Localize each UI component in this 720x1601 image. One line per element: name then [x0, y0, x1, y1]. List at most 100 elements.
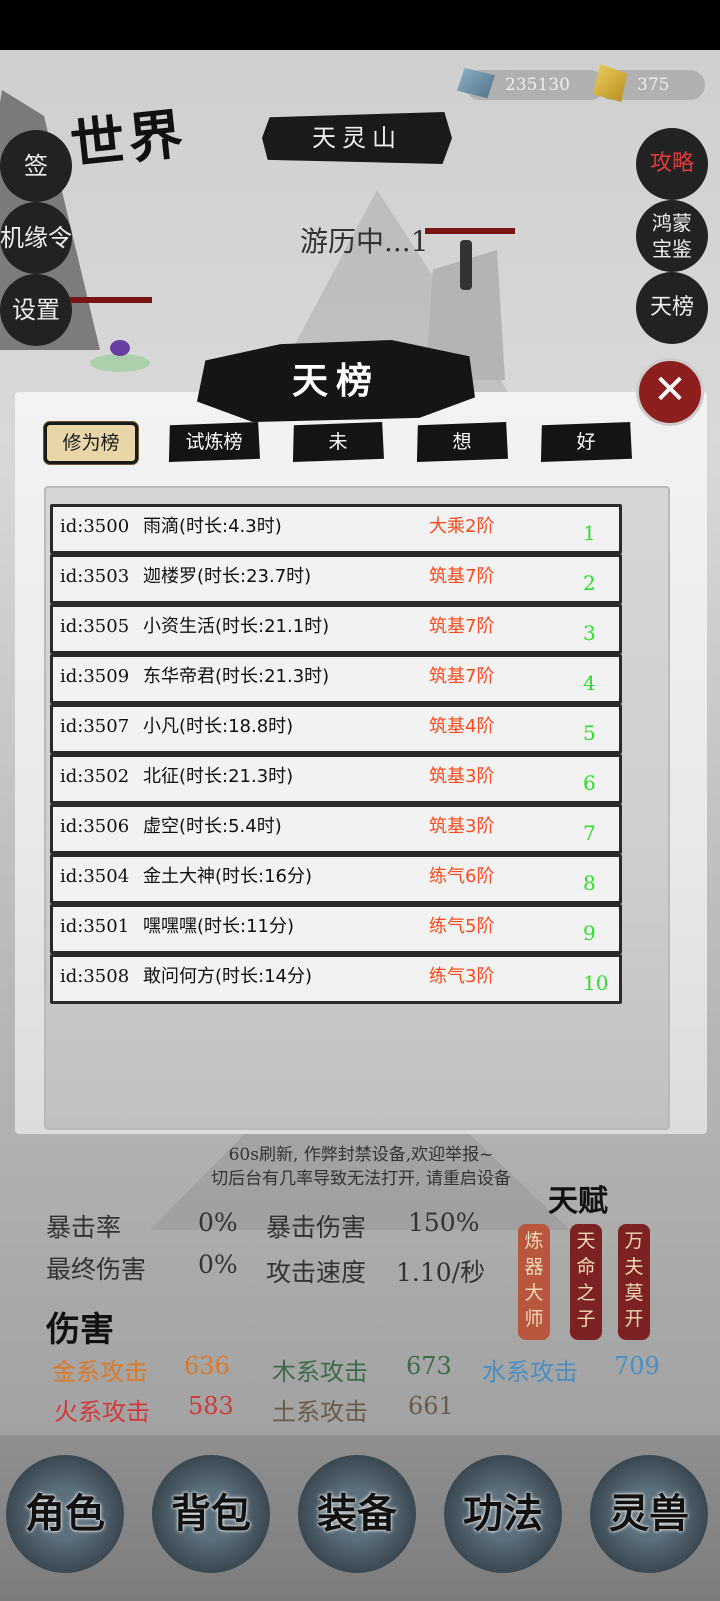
ranking-row[interactable]: id:3508 敢问何方(时长:14分) 练气3阶 10: [50, 954, 622, 1004]
ranking-row[interactable]: id:3506 虚空(时长:5.4时) 筑基3阶 7: [50, 804, 622, 854]
close-button[interactable]: ✕: [636, 358, 704, 426]
player-name: 小凡(时长:18.8时): [143, 716, 294, 737]
player-name: 北征(时长:21.3时): [143, 766, 294, 787]
ranking-row[interactable]: id:3500 雨滴(时长:4.3时) 大乘2阶 1: [50, 504, 622, 554]
player-name: 金土大神(时长:16分): [143, 866, 313, 887]
world-title: 世界: [67, 101, 190, 177]
modal-title: 天榜: [197, 340, 475, 422]
metal-attack-label: 金系攻击: [52, 1358, 148, 1386]
metal-attack-value: 636: [184, 1352, 230, 1380]
player-name: 嘿嘿嘿(时长:11分): [143, 916, 295, 937]
herb-glow: [90, 354, 150, 372]
nav-character[interactable]: 角色: [6, 1455, 124, 1573]
right-menu-item-ranking[interactable]: 天榜: [636, 272, 708, 344]
location-banner[interactable]: 天灵山: [262, 112, 452, 164]
rank-position: 9: [583, 921, 596, 945]
ranking-row[interactable]: id:3502 北征(时长:21.3时) 筑基3阶 6: [50, 754, 622, 804]
close-icon: ✕: [653, 367, 687, 413]
player-id: id:3505: [60, 616, 130, 637]
nav-skills[interactable]: 功法: [444, 1455, 562, 1573]
cultivation-rank: 练气6阶: [429, 866, 495, 887]
player-id: id:3500: [60, 516, 130, 537]
player-id: id:3508: [60, 966, 130, 987]
wood-attack-value: 673: [406, 1352, 452, 1380]
cultivation-rank: 练气3阶: [429, 966, 495, 987]
rank-position: 2: [583, 571, 596, 595]
spirit-stone-icon: [457, 67, 495, 99]
player-id: id:3502: [60, 766, 130, 787]
flower-icon: [110, 340, 130, 356]
rank-position: 5: [583, 721, 596, 745]
cultivation-rank: 筑基3阶: [429, 766, 495, 787]
ranking-row[interactable]: id:3509 东华帝君(时长:21.3时) 筑基7阶 4: [50, 654, 622, 704]
rank-position: 6: [583, 771, 596, 795]
nav-spirit-beast[interactable]: 灵兽: [590, 1455, 708, 1573]
spirit-herb[interactable]: [90, 340, 150, 372]
wood-attack-label: 木系攻击: [272, 1358, 368, 1386]
rank-position: 10: [583, 971, 609, 995]
rank-position: 1: [583, 521, 596, 545]
player-name: 小资生活(时长:21.1时): [143, 616, 330, 637]
player-id: id:3503: [60, 566, 130, 587]
earth-attack-value: 661: [408, 1392, 454, 1420]
gold-value: 375: [637, 75, 670, 95]
travel-status: 游历中...1: [300, 225, 429, 258]
crit-rate-value: 0%: [198, 1208, 238, 1237]
player-figure: [460, 240, 472, 290]
attack-speed-value: 1.10/秒: [396, 1258, 486, 1287]
tab-3[interactable]: 未: [292, 422, 384, 462]
player-name: 敢问何方(时长:14分): [143, 966, 313, 987]
talent-badge[interactable]: 万夫莫开: [618, 1224, 650, 1340]
cultivation-rank: 练气5阶: [429, 916, 495, 937]
attack-speed-label: 攻击速度: [266, 1258, 367, 1287]
ranking-row[interactable]: id:3504 金土大神(时长:16分) 练气6阶 8: [50, 854, 622, 904]
earth-attack-label: 土系攻击: [272, 1398, 368, 1426]
water-attack-label: 水系攻击: [482, 1358, 578, 1386]
player-id: id:3507: [60, 716, 130, 737]
crit-damage-value: 150%: [408, 1208, 480, 1237]
right-menu-item-guide[interactable]: 攻略: [636, 128, 708, 200]
tab-4[interactable]: 想: [416, 422, 508, 462]
crit-rate-label: 暴击率: [46, 1213, 122, 1242]
spirit-stone-counter: 235130: [457, 67, 605, 100]
final-damage-label: 最终伤害: [46, 1255, 147, 1284]
ranking-row[interactable]: id:3507 小凡(时长:18.8时) 筑基4阶 5: [50, 704, 622, 754]
player-id: id:3509: [60, 666, 130, 687]
cultivation-rank: 大乘2阶: [429, 516, 495, 537]
player-name: 雨滴(时长:4.3时): [143, 516, 282, 537]
right-menu-item-treasure[interactable]: 鸿蒙宝鉴: [636, 200, 708, 272]
cultivation-rank: 筑基7阶: [429, 566, 495, 587]
player-name: 东华帝君(时长:21.3时): [143, 666, 330, 687]
player-name: 迦楼罗(时长:23.7时): [143, 566, 312, 587]
health-bar: [70, 297, 152, 303]
game-screen: 世界 天灵山 235130 375 签 机缘令 设置 攻略 鸿蒙宝鉴 天榜 游历…: [0, 50, 720, 1601]
water-attack-value: 709: [614, 1352, 660, 1380]
rank-position: 8: [583, 871, 596, 895]
gold-counter: 375: [592, 64, 705, 102]
tab-cultivation-ranking[interactable]: 修为榜: [44, 422, 138, 464]
nav-backpack[interactable]: 背包: [152, 1455, 270, 1573]
ranking-row[interactable]: id:3505 小资生活(时长:21.1时) 筑基7阶 3: [50, 604, 622, 654]
rank-position: 4: [583, 671, 596, 695]
ranking-row[interactable]: id:3501 嘿嘿嘿(时长:11分) 练气5阶 9: [50, 904, 622, 954]
left-menu-item-sign[interactable]: 签: [0, 130, 72, 202]
ranking-row[interactable]: id:3503 迦楼罗(时长:23.7时) 筑基7阶 2: [50, 554, 622, 604]
tab-5[interactable]: 好: [540, 422, 632, 462]
player-id: id:3501: [60, 916, 130, 937]
rank-position: 7: [583, 821, 596, 845]
travel-progress-bar: [425, 228, 515, 234]
talent-badge[interactable]: 天命之子: [570, 1224, 602, 1340]
nav-equipment[interactable]: 装备: [298, 1455, 416, 1573]
fire-attack-label: 火系攻击: [54, 1398, 150, 1426]
player-id: id:3506: [60, 816, 130, 837]
tab-trial-ranking[interactable]: 试炼榜: [168, 422, 260, 462]
player-name: 虚空(时长:5.4时): [143, 816, 282, 837]
cultivation-rank: 筑基7阶: [429, 616, 495, 637]
left-menu-item-fortune[interactable]: 机缘令: [0, 202, 72, 274]
fire-attack-value: 583: [188, 1392, 234, 1420]
background-notice: 切后台有几率导致无法打开, 请重启设备: [211, 1169, 511, 1189]
talent-badge[interactable]: 炼器大师: [518, 1224, 550, 1340]
final-damage-value: 0%: [198, 1250, 238, 1279]
damage-title: 伤害: [46, 1310, 114, 1350]
left-menu-item-settings[interactable]: 设置: [0, 274, 72, 346]
